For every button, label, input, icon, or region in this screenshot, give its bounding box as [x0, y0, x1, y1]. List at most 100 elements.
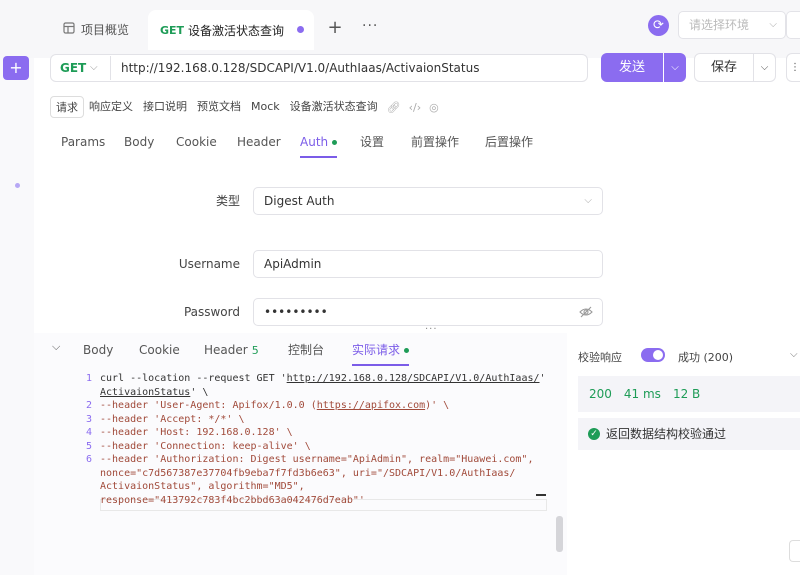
chevron-down-icon[interactable]: ⌵ [90, 54, 98, 82]
link-icon[interactable]: 🔗︎ [383, 101, 405, 114]
tab-label: 实际请求 [352, 343, 401, 357]
subtab-api-name[interactable]: 设备激活状态查询 [285, 96, 383, 118]
code-icon[interactable]: ‹/› [405, 101, 426, 114]
unsaved-dot [297, 26, 304, 33]
code-text: nonce="c7d567387e37704fb9eba7f7fd3b6e63"… [100, 467, 516, 479]
code-line: response="413792c783f4bc2bbd63a042476d7e… [76, 494, 546, 508]
active-dot [332, 140, 338, 145]
username-label: Username [178, 257, 240, 271]
auth-type-value: Digest Auth [264, 194, 335, 208]
code-text: curl --location --request GET 'http://19… [100, 373, 546, 384]
response-size: 12 B [672, 387, 701, 401]
validation-text: 返回数据结构校验通过 [606, 427, 727, 441]
eye-off-icon[interactable] [579, 299, 593, 328]
send-dropdown-button[interactable]: ⌵ [664, 53, 686, 82]
auth-type-select[interactable]: Digest Auth ⌵ [253, 187, 603, 215]
tab-body[interactable]: Body [124, 128, 154, 158]
result-panel [567, 333, 800, 575]
code-text: --header 'User-Agent: Apifox/1.0.0 (http… [100, 400, 450, 411]
left-sidebar [0, 58, 34, 575]
code-line: 1 curl --location --request GET 'http://1… [76, 372, 546, 386]
panel-toggle-button[interactable] [789, 540, 800, 562]
share-icon[interactable]: ◎ [425, 101, 443, 114]
tab-params[interactable]: Params [61, 128, 105, 158]
line-number: 5 [85, 440, 92, 452]
username-field[interactable]: ApiAdmin [253, 250, 603, 278]
env-more-button[interactable] [786, 11, 800, 39]
password-field[interactable]: ••••••••• [253, 298, 603, 326]
chevron-down-icon[interactable]: ⌵ [790, 349, 798, 360]
tab-response-cookie[interactable]: Cookie [139, 336, 180, 366]
line-number: 2 [85, 400, 92, 411]
code-line: 6 --header 'Authorization: Digest usernam… [76, 453, 546, 467]
code-line: 4 --header 'Host: 192.168.0.128' \ [76, 426, 546, 440]
password-value: ••••••••• [264, 305, 328, 319]
sidebar-indicator [15, 183, 20, 188]
password-label: Password [183, 305, 240, 319]
response-stats: 200 41 ms 12 B [578, 376, 800, 412]
text-cursor [536, 494, 546, 496]
sync-icon[interactable]: ⟳ [648, 15, 669, 36]
tab-label: Header [204, 343, 248, 357]
more-tabs-button[interactable]: ··· [362, 18, 378, 38]
code-text: --header 'Connection: keep-alive' \ [100, 440, 311, 452]
check-circle-icon: ✓ [588, 428, 600, 440]
subtab-response-definition[interactable]: 响应定义 [84, 96, 138, 118]
send-button[interactable]: 发送 [601, 53, 663, 82]
save-dropdown-button[interactable]: ⌵ [754, 53, 776, 82]
verify-response-label: 校验响应 [578, 351, 622, 364]
toggle-knob [653, 350, 663, 360]
code-line: 3 --header 'Accept: */*' \ [76, 413, 546, 427]
code-text: ActivaionStatus", algorithm="MD5", [100, 481, 305, 492]
code-text: --header 'Host: 192.168.0.128' \ [100, 427, 293, 438]
line-number: 1 [85, 373, 92, 384]
subtab-request[interactable]: 请求 [50, 96, 84, 118]
overview-icon [63, 21, 75, 37]
tab-label: 项目概览 [80, 22, 129, 37]
collapse-chevron-icon[interactable]: ⌵ [52, 340, 60, 354]
tab-label: 设备激活状态查询 [188, 23, 285, 38]
environment-select[interactable]: 请选择环境 ⌵ [678, 11, 786, 39]
tab-console[interactable]: 控制台 [288, 336, 324, 366]
request-subtabs: 请求 响应定义 接口说明 预览文档 Mock 设备激活状态查询 🔗︎ ‹/› ◎ [50, 96, 443, 118]
tab-project-overview[interactable]: 项目概览 [44, 0, 148, 58]
subtab-preview-docs[interactable]: 预览文档 [192, 96, 246, 118]
active-dot [404, 348, 410, 353]
line-number: 6 [85, 454, 92, 465]
tab-response-header[interactable]: Header 5 [204, 336, 259, 366]
tab-header[interactable]: Header [237, 128, 281, 158]
tab-actual-request[interactable]: 实际请求 [352, 336, 410, 366]
code-text: response="413792c783f4bc2bbd63a042476d7e… [100, 494, 365, 506]
more-actions-button[interactable]: ⋮ [786, 53, 800, 82]
line-number [76, 480, 100, 494]
add-button[interactable]: + [3, 56, 29, 80]
code-text: ActivaionStatus' \ [100, 386, 209, 398]
scrollbar[interactable] [556, 516, 563, 552]
save-button[interactable]: 保存 [694, 53, 754, 82]
verify-toggle[interactable] [641, 348, 665, 362]
code-line: 2 --header 'User-Agent: Apifox/1.0.0 (htt… [76, 399, 546, 413]
new-tab-button[interactable]: + [326, 18, 344, 38]
tab-pre-operations[interactable]: 前置操作 [411, 128, 459, 158]
line-number [76, 386, 100, 400]
environment-placeholder: 请选择环境 [689, 18, 750, 32]
line-number [76, 467, 100, 481]
response-time: 41 ms [623, 387, 661, 401]
tab-auth[interactable]: Auth [300, 128, 338, 158]
tab-response-body[interactable]: Body [83, 336, 113, 366]
code-line: ActivaionStatus' \ [76, 386, 546, 400]
line-number [76, 494, 100, 508]
subtab-api-description[interactable]: 接口说明 [138, 96, 192, 118]
status-code: 200 [589, 387, 612, 401]
code-line: ActivaionStatus", algorithm="MD5", [76, 480, 546, 494]
curl-code-block[interactable]: 1 curl --location --request GET 'http://1… [76, 372, 546, 507]
tab-device-activation-status[interactable]: GET 设备激活状态查询 [148, 10, 314, 50]
success-status-select[interactable]: 成功 (200) [678, 349, 733, 365]
auth-type-label: 类型 [215, 194, 240, 208]
subtab-mock[interactable]: Mock [246, 96, 285, 118]
url-input[interactable]: http://192.168.0.128/SDCAPI/V1.0/AuthIaa… [121, 54, 479, 82]
tab-settings[interactable]: 设置 [360, 128, 384, 158]
tab-cookie[interactable]: Cookie [176, 128, 217, 158]
method-select[interactable]: GET [60, 54, 86, 82]
tab-post-operations[interactable]: 后置操作 [485, 128, 533, 158]
